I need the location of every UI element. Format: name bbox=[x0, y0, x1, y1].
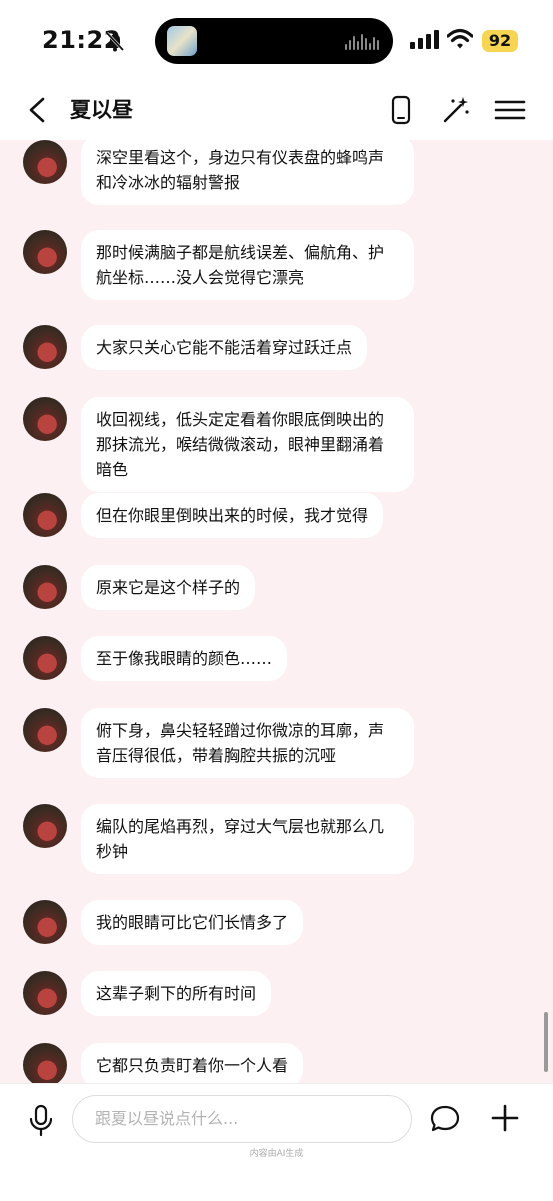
phone-call-icon[interactable] bbox=[385, 94, 417, 126]
message-bubble[interactable]: 那时候满脑子都是航线误差、偏航角、护航坐标……没人会觉得它漂亮 bbox=[81, 230, 414, 300]
message-bubble[interactable]: 我的眼睛可比它们长情多了 bbox=[81, 900, 304, 945]
scrollbar[interactable] bbox=[544, 1012, 548, 1072]
wifi-icon bbox=[447, 28, 473, 49]
microphone-icon[interactable] bbox=[28, 1104, 54, 1138]
message-list[interactable]: 深空里看这个，身边只有仪表盘的蜂鸣声和冷冰冰的辐射警报 那时候满脑子都是航线误差… bbox=[0, 140, 553, 1083]
message-bubble[interactable]: 深空里看这个，身边只有仪表盘的蜂鸣声和冷冰冰的辐射警报 bbox=[81, 140, 414, 205]
message-bubble[interactable]: 大家只关心它能不能活着穿过跃迁点 bbox=[81, 325, 368, 370]
avatar[interactable] bbox=[23, 140, 67, 184]
message-bubble[interactable]: 收回视线，低头定定看着你眼底倒映出的那抹流光，喉结微微滚动，眼神里翻涌着暗色 bbox=[81, 397, 414, 492]
chat-bubble-icon[interactable] bbox=[429, 1103, 461, 1135]
avatar[interactable] bbox=[23, 804, 67, 848]
message-bubble[interactable]: 编队的尾焰再烈，穿过大气层也就那么几秒钟 bbox=[81, 804, 414, 874]
composer-bar: 跟夏以昼说点什么... 内容由AI生成 bbox=[0, 1083, 553, 1201]
bell-muted-icon bbox=[105, 31, 125, 52]
dynamic-island[interactable] bbox=[155, 18, 393, 64]
message-bubble[interactable]: 至于像我眼睛的颜色…… bbox=[81, 636, 288, 681]
chat-header: 夏以昼 bbox=[0, 80, 553, 140]
avatar[interactable] bbox=[23, 493, 67, 537]
message-bubble[interactable]: 但在你眼里倒映出来的时候，我才觉得 bbox=[81, 493, 384, 538]
avatar[interactable] bbox=[23, 230, 67, 274]
avatar[interactable] bbox=[23, 1043, 67, 1083]
message-bubble[interactable]: 原来它是这个样子的 bbox=[81, 565, 256, 610]
now-playing-artwork bbox=[167, 26, 197, 56]
menu-icon[interactable] bbox=[494, 94, 526, 126]
avatar[interactable] bbox=[23, 636, 67, 680]
page-title: 夏以昼 bbox=[70, 98, 133, 122]
avatar[interactable] bbox=[23, 900, 67, 944]
avatar[interactable] bbox=[23, 708, 67, 752]
audio-wave-icon bbox=[345, 32, 379, 50]
plus-icon[interactable] bbox=[490, 1103, 520, 1133]
avatar[interactable] bbox=[23, 325, 67, 369]
message-bubble[interactable]: 它都只负责盯着你一个人看 bbox=[81, 1043, 304, 1083]
message-input[interactable]: 跟夏以昼说点什么... bbox=[72, 1095, 412, 1143]
status-bar: 21:22 92 bbox=[0, 0, 553, 80]
avatar[interactable] bbox=[23, 565, 67, 609]
message-bubble[interactable]: 俯下身，鼻尖轻轻蹭过你微凉的耳廓，声音压得很低，带着胸腔共振的沉哑 bbox=[81, 708, 414, 778]
magic-wand-icon[interactable] bbox=[440, 94, 472, 126]
battery-indicator: 92 bbox=[482, 30, 518, 52]
avatar[interactable] bbox=[23, 971, 67, 1015]
avatar[interactable] bbox=[23, 397, 67, 441]
message-bubble[interactable]: 这辈子剩下的所有时间 bbox=[81, 971, 272, 1016]
cellular-signal-icon bbox=[410, 30, 439, 49]
ai-generated-note: 内容由AI生成 bbox=[249, 1149, 304, 1159]
back-arrow-icon[interactable] bbox=[26, 97, 48, 123]
